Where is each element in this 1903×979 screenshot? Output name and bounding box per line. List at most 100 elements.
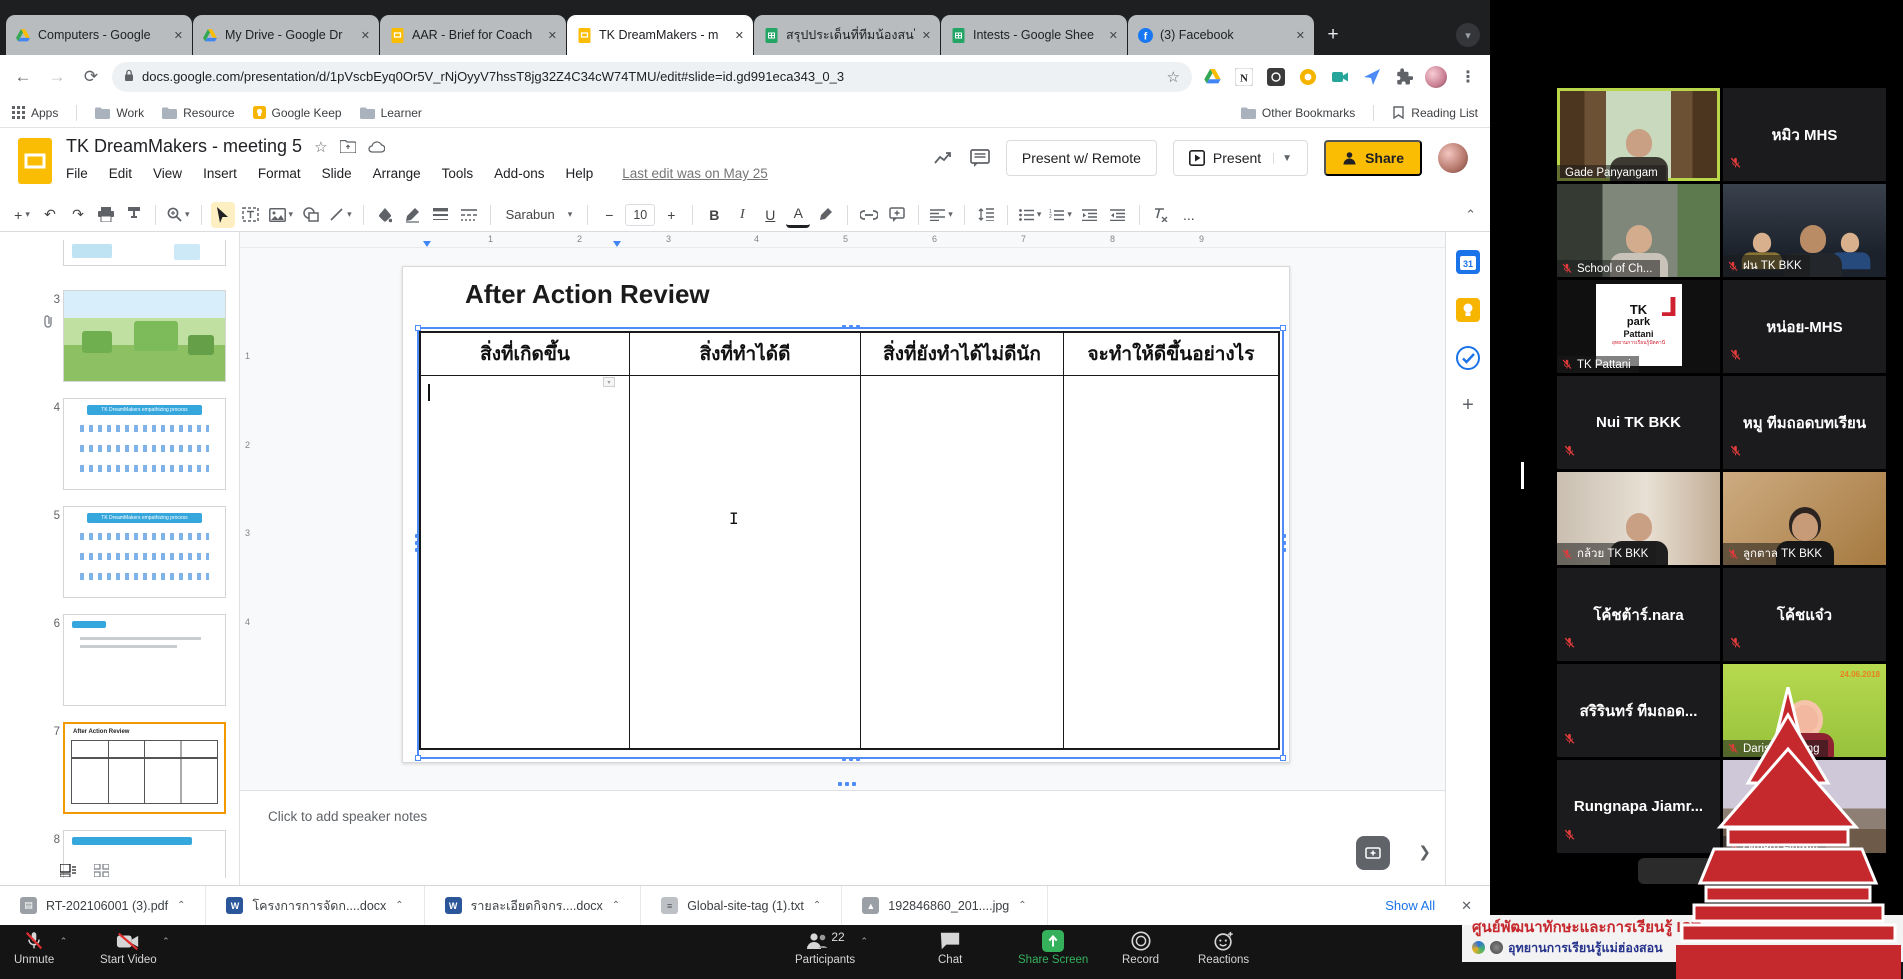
keep-icon[interactable] — [1456, 298, 1480, 322]
new-tab-button[interactable]: + — [1319, 21, 1347, 49]
new-slide-button[interactable]: + ▾ — [10, 202, 34, 228]
italic-icon[interactable]: I — [730, 202, 754, 228]
paint-format-icon[interactable] — [122, 202, 146, 228]
tab-intests-sheet[interactable]: Intests - Google Shee ✕ — [941, 15, 1127, 55]
extensions-puzzle-icon[interactable] — [1392, 65, 1416, 89]
slide-thumbnail-4[interactable]: TK DreamMakers empathizing process — [63, 398, 226, 490]
tab-computers[interactable]: Computers - Google ✕ — [6, 15, 192, 55]
menu-file[interactable]: File — [66, 166, 88, 181]
camera-extension-icon[interactable] — [1328, 65, 1352, 89]
download-menu-icon[interactable]: ⌃ — [612, 900, 620, 911]
border-color-icon[interactable] — [401, 202, 425, 228]
participant-tile[interactable]: ลูกตาล TK BKK — [1723, 472, 1886, 565]
speaker-notes-area[interactable]: Click to add speaker notes ❯ — [240, 790, 1445, 885]
drag-handle[interactable] — [841, 325, 860, 329]
present-dropdown-icon[interactable]: ▼ — [1273, 152, 1292, 164]
insert-link-icon[interactable] — [857, 202, 881, 228]
grid-view-icon[interactable] — [94, 864, 109, 877]
download-item[interactable]: W รายละเอียดกิจกร....docx ⌃ — [425, 886, 642, 925]
browser-profile-avatar[interactable] — [1424, 65, 1448, 89]
yellow-extension-icon[interactable] — [1296, 65, 1320, 89]
bookmark-apps[interactable]: Apps — [12, 106, 58, 120]
font-family-select[interactable]: Sarabun ▾ — [500, 207, 579, 222]
slide-thumbnail-5[interactable]: TK DreamMakers empathizing process — [63, 506, 226, 598]
insert-shape-icon[interactable] — [299, 202, 323, 228]
slide-thumbnail-7-current[interactable]: After Action Review — [63, 722, 226, 814]
text-color-icon[interactable]: A — [786, 202, 811, 228]
menu-format[interactable]: Format — [258, 166, 301, 181]
download-item[interactable]: ≡ Global-site-tag (1).txt ⌃ — [641, 886, 843, 925]
bookmark-learner-folder[interactable]: Learner — [359, 106, 422, 120]
download-menu-icon[interactable]: ⌃ — [177, 900, 185, 911]
more-tools-icon[interactable]: ... — [1177, 202, 1201, 228]
tab-mydrive[interactable]: My Drive - Google Dr ✕ — [193, 15, 379, 55]
tab-tk-dreammakers-active[interactable]: TK DreamMakers - m ✕ — [567, 15, 753, 55]
indent-marker[interactable] — [423, 241, 431, 247]
bookmark-star-icon[interactable]: ☆ — [1167, 68, 1180, 86]
add-addon-icon[interactable]: + — [1462, 394, 1474, 417]
address-bar[interactable]: docs.google.com/presentation/d/1pVscbEyq… — [112, 61, 1192, 92]
participant-tile[interactable]: หน่อย-MHS — [1723, 280, 1886, 373]
activity-icon[interactable] — [934, 151, 954, 165]
border-weight-icon[interactable] — [429, 202, 453, 228]
slide-thumbnail-3[interactable] — [63, 290, 226, 382]
bulleted-list-icon[interactable]: ▾ — [1017, 202, 1044, 228]
unmute-button[interactable]: Unmute ⌃ — [14, 930, 67, 966]
browser-menu-icon[interactable]: ⋮ — [1456, 65, 1480, 89]
slide-thumbnail-partial[interactable] — [63, 240, 226, 266]
menu-addons[interactable]: Add-ons — [494, 166, 544, 181]
back-icon[interactable]: ← — [10, 64, 36, 90]
present-button[interactable]: Present ▼ — [1172, 140, 1309, 176]
drag-handle[interactable] — [841, 757, 860, 761]
tab-search-button[interactable]: ▾ — [1456, 23, 1480, 47]
line-spacing-icon[interactable] — [974, 202, 998, 228]
show-all-downloads-link[interactable]: Show All — [1359, 898, 1461, 913]
menu-edit[interactable]: Edit — [109, 166, 132, 181]
explore-button[interactable] — [1356, 836, 1390, 870]
close-icon[interactable]: ✕ — [548, 29, 557, 42]
participant-tile[interactable]: โค้ชต้าร์.nara — [1557, 568, 1720, 661]
font-size-decrease[interactable]: − — [597, 202, 621, 228]
table-body-cell[interactable] — [421, 376, 630, 748]
participant-tile[interactable]: School of Ch... — [1557, 184, 1720, 277]
participant-tile[interactable]: หมิว MHS — [1723, 88, 1886, 181]
participant-tile[interactable]: โค้ชแจ๋ว — [1723, 568, 1886, 661]
participant-tile[interactable]: กล้วย TK BKK — [1557, 472, 1720, 565]
fill-color-icon[interactable] — [373, 202, 397, 228]
reactions-button[interactable]: Reactions — [1198, 930, 1249, 966]
chat-button[interactable]: Chat — [938, 930, 962, 966]
send-extension-icon[interactable] — [1360, 65, 1384, 89]
calendar-icon[interactable]: 31 — [1456, 250, 1480, 274]
aar-table[interactable]: สิ่งที่เกิดขึ้น สิ่งที่ทำได้ดี สิ่งที่ยั… — [419, 331, 1280, 750]
menu-help[interactable]: Help — [565, 166, 593, 181]
table-body-cell[interactable] — [1064, 376, 1278, 748]
close-download-bar-icon[interactable]: ✕ — [1461, 898, 1490, 914]
bookmark-google-keep[interactable]: Google Keep — [252, 106, 342, 120]
download-menu-icon[interactable]: ⌃ — [813, 900, 821, 911]
resize-handle[interactable] — [1280, 755, 1286, 761]
table-header-cell[interactable]: สิ่งที่ทำได้ดี — [630, 333, 861, 376]
table-body-cell[interactable] — [861, 376, 1064, 748]
menu-arrange[interactable]: Arrange — [373, 166, 421, 181]
forward-icon[interactable]: → — [44, 64, 70, 90]
drive-extension-icon[interactable] — [1200, 65, 1224, 89]
tasks-icon[interactable] — [1456, 346, 1480, 370]
bookmark-resource-folder[interactable]: Resource — [162, 106, 235, 120]
participant-tile[interactable]: Gade Panyangam — [1557, 88, 1720, 181]
bookmark-work-folder[interactable]: Work — [95, 106, 144, 120]
slide-thumbnail-6[interactable] — [63, 614, 226, 706]
numbered-list-icon[interactable]: 1 2 ▾ — [1047, 202, 1074, 228]
table-body-cell[interactable] — [630, 376, 861, 748]
insert-image-icon[interactable]: ▾ — [267, 202, 296, 228]
close-icon[interactable]: ✕ — [361, 29, 370, 42]
table-bottom-handle[interactable] — [838, 782, 856, 786]
table-header-cell[interactable]: สิ่งที่เกิดขึ้น — [421, 333, 630, 376]
decrease-indent-icon[interactable] — [1078, 202, 1102, 228]
screenshot-extension-icon[interactable] — [1264, 65, 1288, 89]
insert-line-icon[interactable]: ▾ — [327, 202, 354, 228]
chevron-up-icon[interactable]: ⌃ — [60, 936, 68, 947]
download-menu-icon[interactable]: ⌃ — [1018, 900, 1026, 911]
add-comment-icon[interactable] — [885, 202, 909, 228]
increase-indent-icon[interactable] — [1106, 202, 1130, 228]
font-size-increase[interactable]: + — [659, 202, 683, 228]
